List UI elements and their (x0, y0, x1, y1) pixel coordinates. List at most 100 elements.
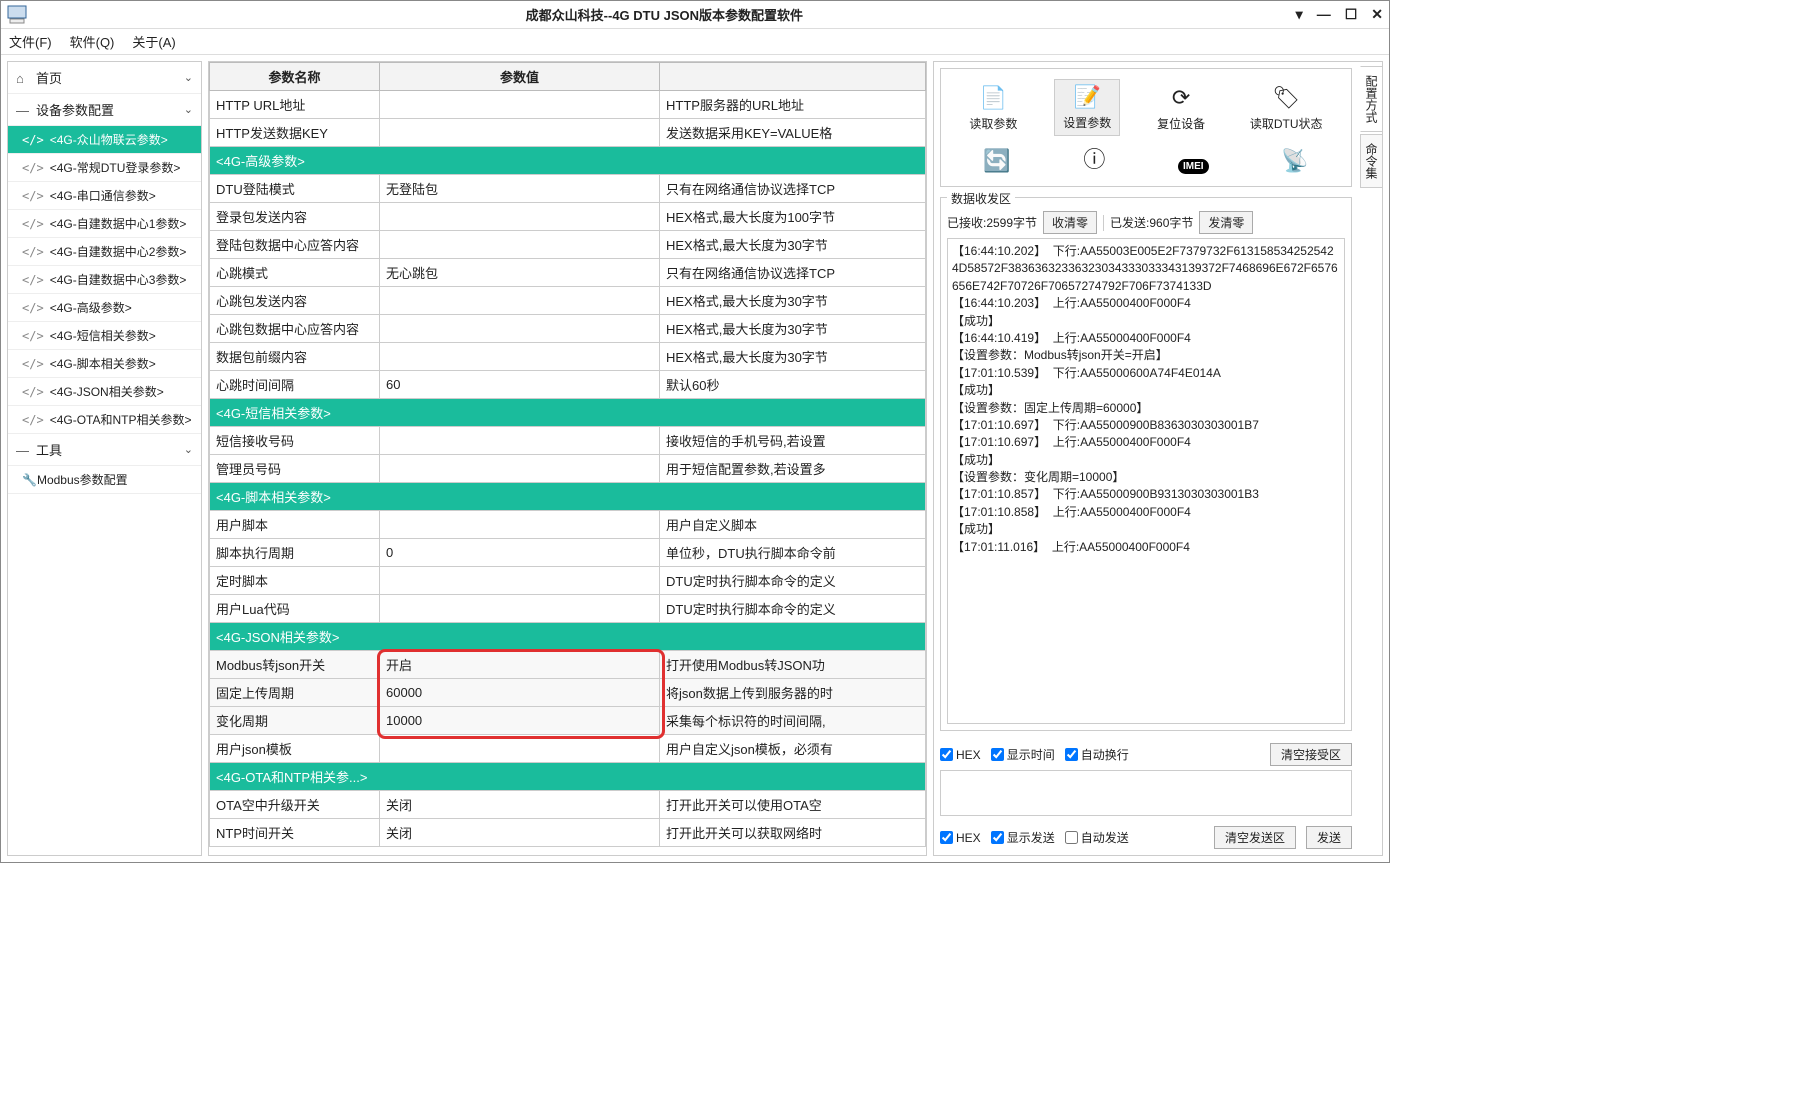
param-row[interactable]: 短信接收号码接收短信的手机号码,若设置 (210, 427, 926, 455)
set-params-button[interactable]: 📝 设置参数 (1054, 79, 1120, 136)
read-params-button[interactable]: 📄 读取参数 (961, 81, 1025, 136)
param-row[interactable]: 心跳模式无心跳包只有在网络通信协议选择TCP (210, 259, 926, 287)
tx-hex-checkbox[interactable]: HEX (940, 831, 981, 845)
sidebar-item-6[interactable]: </><4G-高级参数> (8, 294, 201, 322)
reset-device-button[interactable]: ⟳ 复位设备 (1149, 81, 1213, 136)
rx-clear-button[interactable]: 收清零 (1043, 211, 1097, 234)
param-value[interactable] (380, 203, 660, 231)
param-row[interactable]: 用户json模板用户自定义json模板，必须有 (210, 735, 926, 763)
param-value[interactable] (380, 511, 660, 539)
param-row[interactable]: HTTP发送数据KEY发送数据采用KEY=VALUE格 (210, 119, 926, 147)
send-button[interactable]: 发送 (1306, 826, 1352, 849)
param-desc: 只有在网络通信协议选择TCP (660, 259, 926, 287)
sidebar-item-9[interactable]: </><4G-JSON相关参数> (8, 378, 201, 406)
tx-input[interactable] (940, 770, 1352, 816)
param-row[interactable]: OTA空中升级开关关闭打开此开关可以使用OTA空 (210, 791, 926, 819)
sidebar-item-1[interactable]: </><4G-常规DTU登录参数> (8, 154, 201, 182)
sidebar-home[interactable]: ⌂首页 ⌄ (8, 62, 201, 94)
param-value[interactable] (380, 231, 660, 259)
param-value[interactable]: 关闭 (380, 819, 660, 847)
param-row[interactable]: 脚本执行周期0单位秒，DTU执行脚本命令前 (210, 539, 926, 567)
param-value[interactable]: 无登陆包 (380, 175, 660, 203)
titlebar: 成都众山科技--4G DTU JSON版本参数配置软件 ▾ — ☐ ✕ (1, 1, 1389, 29)
sidebar-item-3[interactable]: </><4G-自建数据中心1参数> (8, 210, 201, 238)
param-desc: 打开此开关可以使用OTA空 (660, 791, 926, 819)
rx-hex-checkbox[interactable]: HEX (940, 748, 981, 762)
sidebar-item-2[interactable]: </><4G-串口通信参数> (8, 182, 201, 210)
sidebar-item-4[interactable]: </><4G-自建数据中心2参数> (8, 238, 201, 266)
param-row[interactable]: NTP时间开关关闭打开此开关可以获取网络时 (210, 819, 926, 847)
param-row[interactable]: 变化周期10000采集每个标识符的时间间隔, (210, 707, 926, 735)
menu-file[interactable]: 文件(F) (9, 32, 52, 51)
menu-about[interactable]: 关于(A) (132, 32, 175, 51)
code-icon: </> (22, 385, 44, 399)
param-value[interactable] (380, 315, 660, 343)
sidebar-item-8[interactable]: </><4G-脚本相关参数> (8, 350, 201, 378)
sidebar-tools[interactable]: —工具 ⌄ (8, 434, 201, 466)
param-value[interactable]: 60000 (380, 679, 660, 707)
minus-icon: — (16, 103, 30, 118)
minimize-button[interactable]: — (1317, 6, 1331, 23)
param-row[interactable]: 用户脚本用户自定义脚本 (210, 511, 926, 539)
param-row[interactable]: DTU登陆模式无登陆包只有在网络通信协议选择TCP (210, 175, 926, 203)
tx-autosend-checkbox[interactable]: 自动发送 (1065, 829, 1129, 846)
param-row[interactable]: 定时脚本DTU定时执行脚本命令的定义 (210, 567, 926, 595)
param-value[interactable] (380, 595, 660, 623)
param-row[interactable]: 用户Lua代码DTU定时执行脚本命令的定义 (210, 595, 926, 623)
param-table-container: 参数名称 参数值 HTTP URL地址HTTP服务器的URL地址HTTP发送数据… (208, 61, 927, 856)
param-value[interactable] (380, 91, 660, 119)
tab-cmd-set[interactable]: 命令集 (1360, 134, 1383, 188)
param-value[interactable] (380, 567, 660, 595)
rx-showtime-checkbox[interactable]: 显示时间 (991, 746, 1055, 763)
param-row[interactable]: 心跳包发送内容HEX格式,最大长度为30字节 (210, 287, 926, 315)
param-value[interactable] (380, 343, 660, 371)
sidebar-item-7[interactable]: </><4G-短信相关参数> (8, 322, 201, 350)
param-row[interactable]: 心跳时间间隔60默认60秒 (210, 371, 926, 399)
param-value[interactable]: 0 (380, 539, 660, 567)
param-row[interactable]: HTTP URL地址HTTP服务器的URL地址 (210, 91, 926, 119)
param-name: 心跳模式 (210, 259, 380, 287)
imei-icon[interactable]: IMEI (1178, 159, 1209, 174)
sidebar-device-params[interactable]: —设备参数配置 ⌄ (8, 94, 201, 126)
param-row[interactable]: 登录包发送内容HEX格式,最大长度为100字节 (210, 203, 926, 231)
tab-config-mode[interactable]: 配置方式 (1360, 66, 1383, 132)
param-value[interactable] (380, 735, 660, 763)
param-value[interactable]: 无心跳包 (380, 259, 660, 287)
rx-autowrap-checkbox[interactable]: 自动换行 (1065, 746, 1129, 763)
maximize-button[interactable]: ☐ (1345, 6, 1358, 23)
param-value[interactable] (380, 287, 660, 315)
param-value[interactable]: 10000 (380, 707, 660, 735)
sync-icon[interactable]: 🔄 (983, 148, 1010, 174)
clear-tx-button[interactable]: 清空发送区 (1214, 826, 1296, 849)
param-name: OTA空中升级开关 (210, 791, 380, 819)
param-desc: DTU定时执行脚本命令的定义 (660, 595, 926, 623)
info-icon[interactable]: ⓘ (1083, 142, 1105, 174)
chevron-down-icon: ⌄ (184, 443, 193, 456)
param-value[interactable] (380, 427, 660, 455)
param-row[interactable]: 管理员号码用于短信配置参数,若设置多 (210, 455, 926, 483)
param-value[interactable] (380, 119, 660, 147)
col-name: 参数名称 (210, 63, 380, 91)
param-row[interactable]: 心跳包数据中心应答内容HEX格式,最大长度为30字节 (210, 315, 926, 343)
param-row[interactable]: 登陆包数据中心应答内容HEX格式,最大长度为30字节 (210, 231, 926, 259)
tx-showsend-checkbox[interactable]: 显示发送 (991, 829, 1055, 846)
antenna-icon[interactable]: 📡 (1281, 148, 1308, 174)
dropdown-icon[interactable]: ▾ (1296, 6, 1303, 23)
sidebar-item-10[interactable]: </><4G-OTA和NTP相关参数> (8, 406, 201, 434)
param-row[interactable]: Modbus转json开关开启打开使用Modbus转JSON功 (210, 651, 926, 679)
param-value[interactable] (380, 455, 660, 483)
param-value[interactable]: 关闭 (380, 791, 660, 819)
sidebar-modbus[interactable]: 🔧 Modbus参数配置 (8, 466, 201, 494)
log-output[interactable]: 【16:44:10.202】 下行:AA55003E005E2F7379732F… (947, 238, 1345, 724)
clear-rx-button[interactable]: 清空接受区 (1270, 743, 1352, 766)
close-button[interactable]: ✕ (1371, 6, 1383, 23)
tx-clear-button[interactable]: 发清零 (1199, 211, 1253, 234)
param-value[interactable]: 60 (380, 371, 660, 399)
sidebar-item-5[interactable]: </><4G-自建数据中心3参数> (8, 266, 201, 294)
read-status-button[interactable]: 🏷 读取DTU状态 (1242, 81, 1331, 136)
param-row[interactable]: 固定上传周期60000将json数据上传到服务器的时 (210, 679, 926, 707)
sidebar-item-0[interactable]: </><4G-众山物联云参数> (8, 126, 201, 154)
menu-software[interactable]: 软件(Q) (70, 32, 115, 51)
param-row[interactable]: 数据包前缀内容HEX格式,最大长度为30字节 (210, 343, 926, 371)
param-value[interactable]: 开启 (380, 651, 660, 679)
